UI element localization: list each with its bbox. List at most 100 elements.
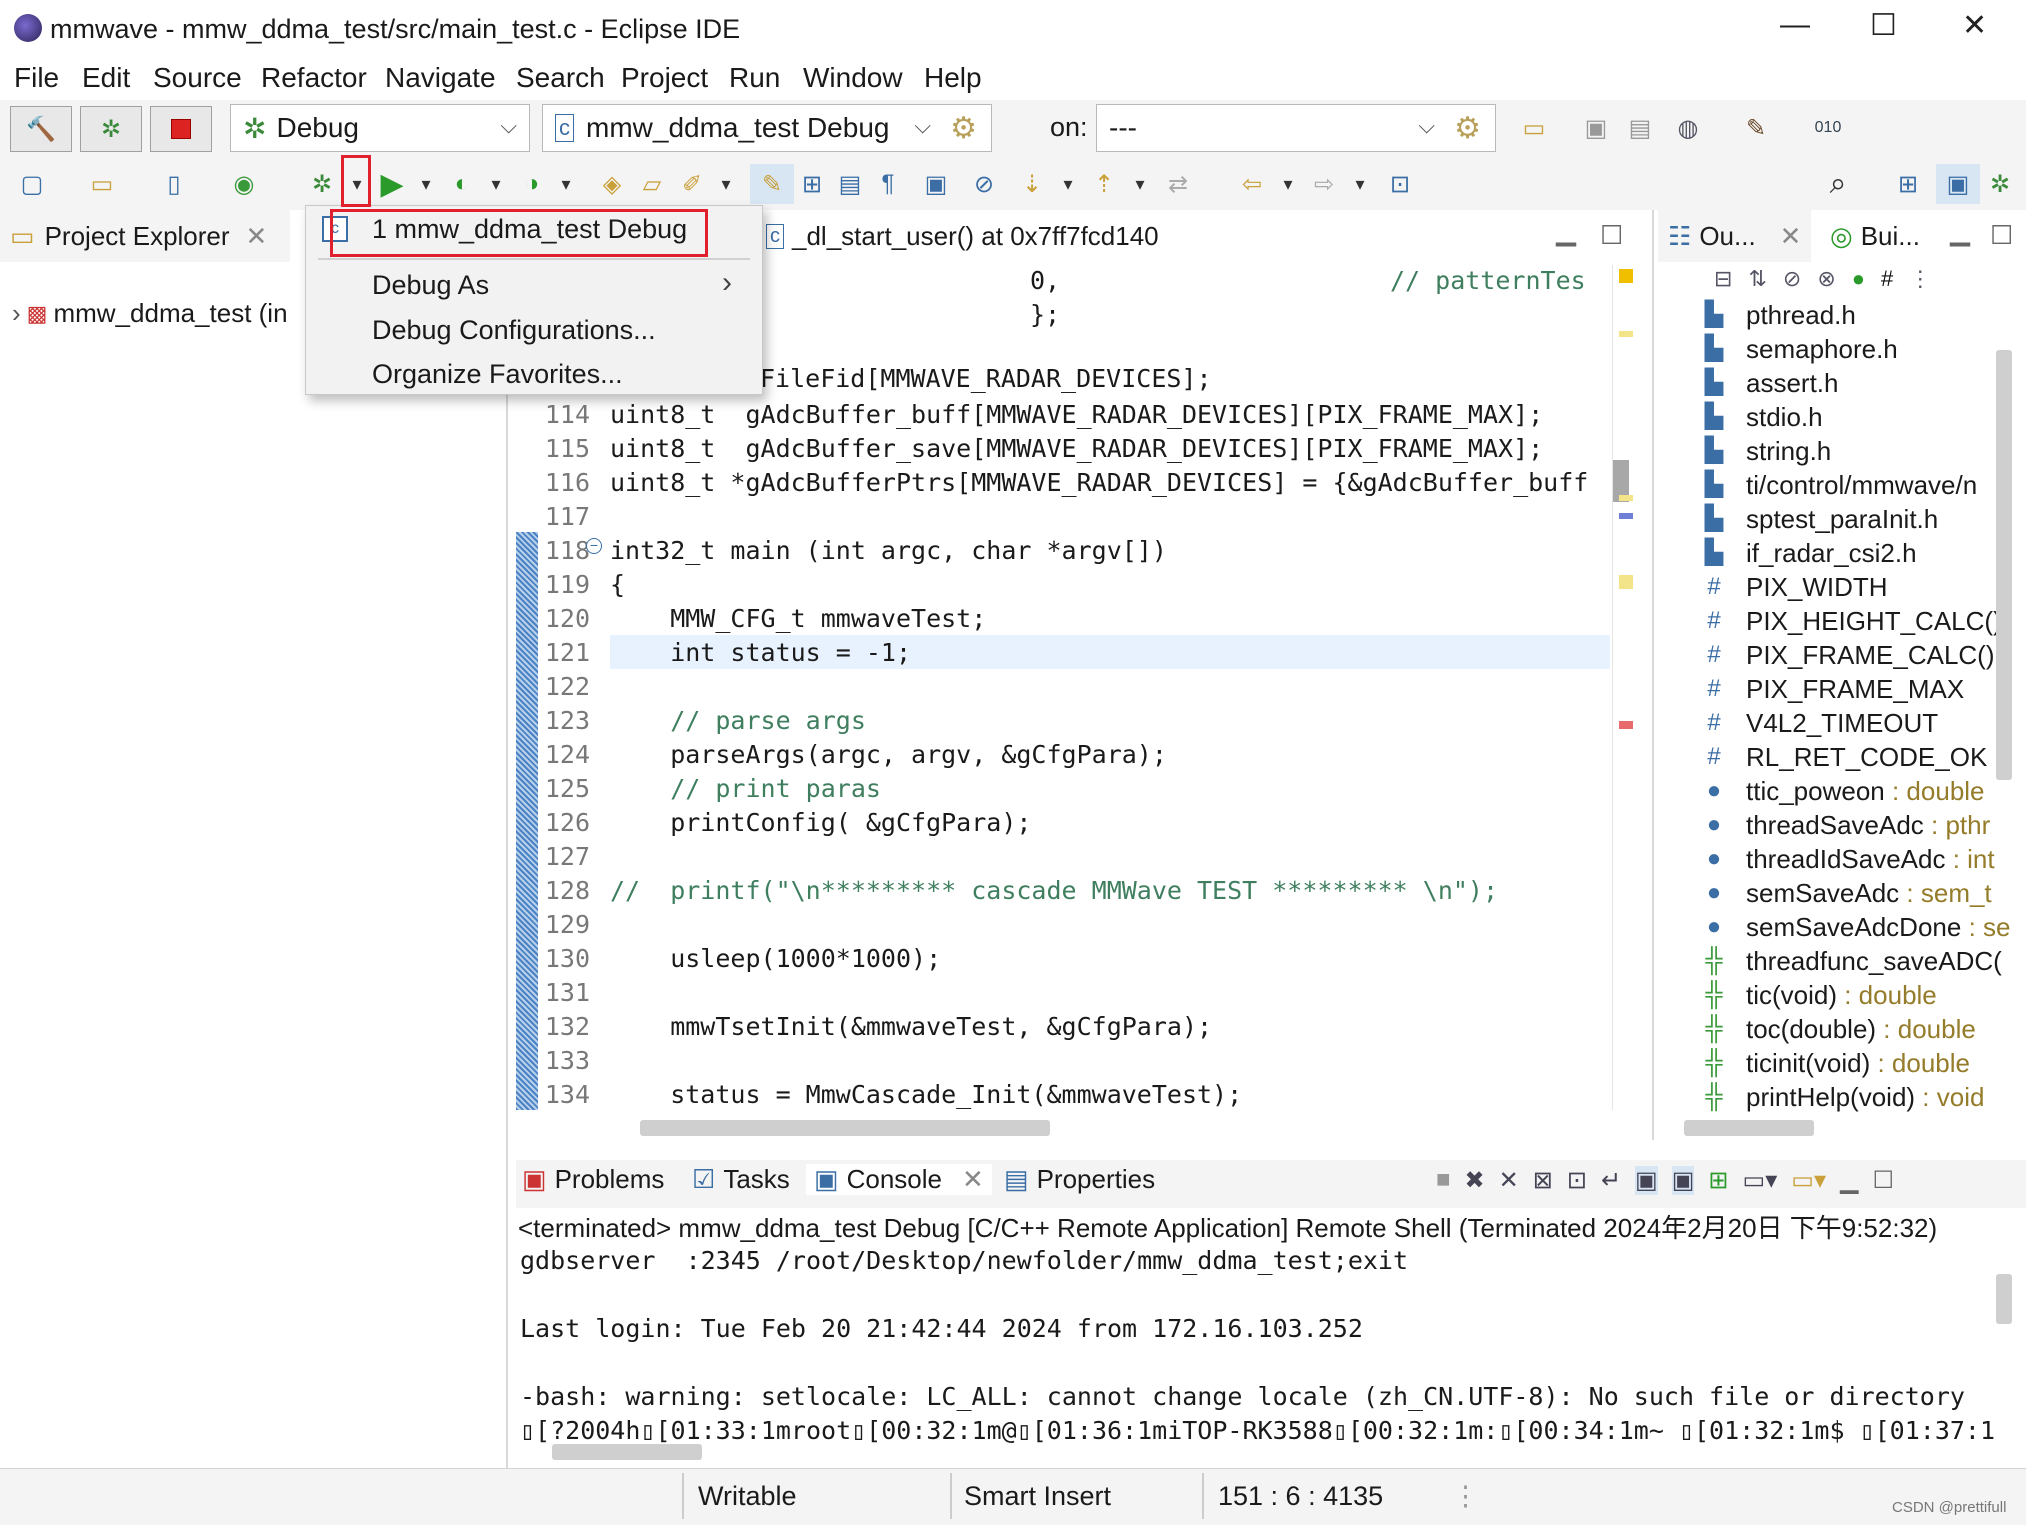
tab-console[interactable]: ▣ Console ✕ bbox=[806, 1164, 992, 1195]
maximize-icon[interactable]: ☐ bbox=[1872, 1166, 1894, 1195]
build-hammer-icon[interactable]: 🔨 bbox=[10, 106, 72, 152]
outline-item[interactable]: PIX_FRAME_CALC() bbox=[1746, 638, 1995, 672]
outline-item[interactable]: printHelp(void) : void bbox=[1746, 1080, 1984, 1114]
outline-item[interactable]: threadSaveAdc : pthr bbox=[1746, 808, 1990, 842]
outline-item[interactable]: sptest_paraInit.h bbox=[1746, 502, 1938, 536]
console-vertical-scrollbar[interactable] bbox=[1996, 1274, 2012, 1324]
outline-item[interactable]: ttic_poweon : double bbox=[1746, 774, 1985, 808]
outline-item[interactable]: threadfunc_saveADC( bbox=[1746, 944, 2002, 978]
menu-file[interactable]: File bbox=[14, 62, 59, 94]
menu-project[interactable]: Project bbox=[621, 62, 708, 94]
c-perspective-icon[interactable]: ▣ bbox=[1936, 164, 1980, 204]
terminate-icon[interactable]: ■ bbox=[1436, 1166, 1451, 1195]
remove-all-icon[interactable]: ✕ bbox=[1499, 1166, 1519, 1195]
close-button[interactable]: ✕ bbox=[1962, 8, 1987, 43]
close-icon[interactable]: ✕ bbox=[962, 1164, 984, 1195]
gear-icon[interactable]: ⚙ bbox=[1454, 111, 1481, 146]
group-macros-icon[interactable]: # bbox=[1881, 266, 1893, 300]
tab-problems[interactable]: ▣ Problems bbox=[522, 1164, 664, 1195]
target-select[interactable]: --- ⌵ ⚙ bbox=[1096, 104, 1496, 152]
new-class-icon[interactable]: ◉ bbox=[222, 164, 266, 204]
show-stderr-icon[interactable]: ▣ bbox=[1671, 1166, 1695, 1195]
menu-navigate[interactable]: Navigate bbox=[385, 62, 496, 94]
clear-console-icon[interactable]: ⊠ bbox=[1533, 1166, 1553, 1195]
menu-search[interactable]: Search bbox=[516, 62, 605, 94]
menu-item-debug-configurations[interactable]: Debug Configurations... bbox=[372, 313, 656, 347]
minimize-button[interactable]: — bbox=[1780, 8, 1810, 42]
tab-build-targets[interactable]: ◎ Bui... bbox=[1820, 210, 1930, 262]
outline-item[interactable]: ticinit(void) : double bbox=[1746, 1046, 1970, 1080]
hide-nonpublic-icon[interactable]: ● bbox=[1852, 266, 1865, 300]
minimize-icon[interactable]: ▁ bbox=[1950, 216, 1970, 247]
view-menu-icon[interactable]: ⋮ bbox=[1909, 266, 1931, 300]
outline-item[interactable]: RL_RET_CODE_OK bbox=[1746, 740, 1987, 774]
outline-item[interactable]: PIX_WIDTH bbox=[1746, 570, 1888, 604]
open-perspective-icon[interactable]: ⊞ bbox=[1886, 164, 1930, 204]
menu-edit[interactable]: Edit bbox=[82, 62, 130, 94]
outline-item[interactable]: PIX_HEIGHT_CALC() bbox=[1746, 604, 2002, 638]
show-stdout-icon[interactable]: ▣ bbox=[1635, 1166, 1658, 1195]
chevron-right-icon[interactable]: › bbox=[12, 298, 21, 329]
new-source-folder-icon[interactable]: ▭ bbox=[80, 164, 124, 204]
tab-editor-dl-start[interactable]: c _dl_start_user() at 0x7ff7fcd140 bbox=[756, 210, 1176, 262]
search-icon[interactable]: ⌕ bbox=[1816, 164, 1860, 204]
new-c-project-icon[interactable]: ▢ bbox=[10, 164, 54, 204]
maximize-button[interactable]: ☐ bbox=[1870, 8, 1897, 43]
sort-icon[interactable]: ⇅ bbox=[1748, 266, 1766, 300]
tree-item-project[interactable]: › ▩ mmw_ddma_test (in bbox=[12, 298, 288, 329]
skip-breakpoints-icon[interactable]: ⊘ bbox=[962, 164, 1006, 204]
maximize-icon[interactable]: ☐ bbox=[1990, 220, 2013, 251]
new-folder-icon[interactable]: ▭ bbox=[1512, 108, 1556, 148]
outline-item[interactable]: semaphore.h bbox=[1746, 332, 1898, 366]
outline-item[interactable]: threadIdSaveAdc : int bbox=[1746, 842, 1995, 876]
save-icon[interactable]: ▣ bbox=[1574, 108, 1618, 148]
external-tools-dropdown-icon[interactable]: ▾ bbox=[544, 164, 588, 204]
console-horizontal-scrollbar[interactable] bbox=[552, 1444, 702, 1460]
outline-item[interactable]: V4L2_TIMEOUT bbox=[1746, 706, 1938, 740]
save-all-icon[interactable]: ▤ bbox=[1618, 108, 1662, 148]
word-wrap-icon[interactable]: ↵ bbox=[1601, 1166, 1621, 1195]
binary-icon[interactable]: 010 bbox=[1806, 108, 1850, 148]
fold-collapse-icon[interactable]: − bbox=[586, 538, 602, 554]
menu-window[interactable]: Window bbox=[803, 62, 903, 94]
outline-item[interactable]: toc(double) : double bbox=[1746, 1012, 1976, 1046]
minimize-icon[interactable]: ▁ bbox=[1556, 216, 1576, 247]
menu-source[interactable]: Source bbox=[153, 62, 242, 94]
last-edit-icon[interactable]: ⇄ bbox=[1156, 164, 1200, 204]
outline-item[interactable]: stdio.h bbox=[1746, 400, 1823, 434]
minimize-icon[interactable]: ▁ bbox=[1840, 1166, 1858, 1195]
maximize-icon[interactable]: ☐ bbox=[1600, 220, 1623, 251]
outline-item[interactable]: PIX_FRAME_MAX bbox=[1746, 672, 1964, 706]
stop-icon[interactable] bbox=[150, 106, 212, 152]
menu-help[interactable]: Help bbox=[924, 62, 982, 94]
terminal-icon[interactable]: ▣ bbox=[914, 164, 958, 204]
debug-bug-icon[interactable]: ✲ bbox=[80, 106, 142, 152]
search-dropdown-icon[interactable]: ▾ bbox=[704, 164, 748, 204]
tab-properties[interactable]: ▤ Properties bbox=[1004, 1164, 1155, 1195]
hide-fields-icon[interactable]: ⊘ bbox=[1783, 266, 1801, 300]
outline-item[interactable]: if_radar_csi2.h bbox=[1746, 536, 1917, 570]
menu-item-organize-favorites[interactable]: Organize Favorites... bbox=[372, 357, 623, 391]
tools-icon[interactable]: ✎ bbox=[1734, 108, 1778, 148]
tab-project-explorer[interactable]: ▭ Project Explorer ✕ bbox=[0, 210, 290, 262]
outline-item[interactable]: pthread.h bbox=[1746, 298, 1856, 332]
open-type-icon[interactable]: ◈ bbox=[590, 164, 634, 204]
remove-launch-icon[interactable]: ✖ bbox=[1465, 1166, 1485, 1195]
scroll-lock-icon[interactable]: ⊡ bbox=[1567, 1166, 1587, 1195]
menu-refactor[interactable]: Refactor bbox=[261, 62, 367, 94]
outline-item[interactable]: string.h bbox=[1746, 434, 1831, 468]
open-folder-icon[interactable]: ▱ bbox=[630, 164, 674, 204]
menu-run[interactable]: Run bbox=[729, 62, 780, 94]
pin-editor-icon[interactable]: ⊡ bbox=[1378, 164, 1422, 204]
highlight-icon[interactable]: ✎ bbox=[750, 164, 794, 204]
outline-horizontal-scrollbar[interactable] bbox=[1684, 1120, 1814, 1136]
hide-static-icon[interactable]: ⊗ bbox=[1817, 266, 1835, 300]
editor-horizontal-scrollbar[interactable] bbox=[640, 1120, 1050, 1136]
outline-vertical-scrollbar[interactable] bbox=[1996, 350, 2012, 780]
new-source-file-icon[interactable]: ▯ bbox=[152, 164, 196, 204]
close-icon[interactable]: ✕ bbox=[246, 221, 268, 252]
outline-item[interactable]: assert.h bbox=[1746, 366, 1839, 400]
tab-tasks[interactable]: ☑ Tasks bbox=[692, 1164, 790, 1195]
globe-icon[interactable]: ◍ bbox=[1666, 108, 1710, 148]
outline-item[interactable]: semSaveAdcDone : se bbox=[1746, 910, 2010, 944]
